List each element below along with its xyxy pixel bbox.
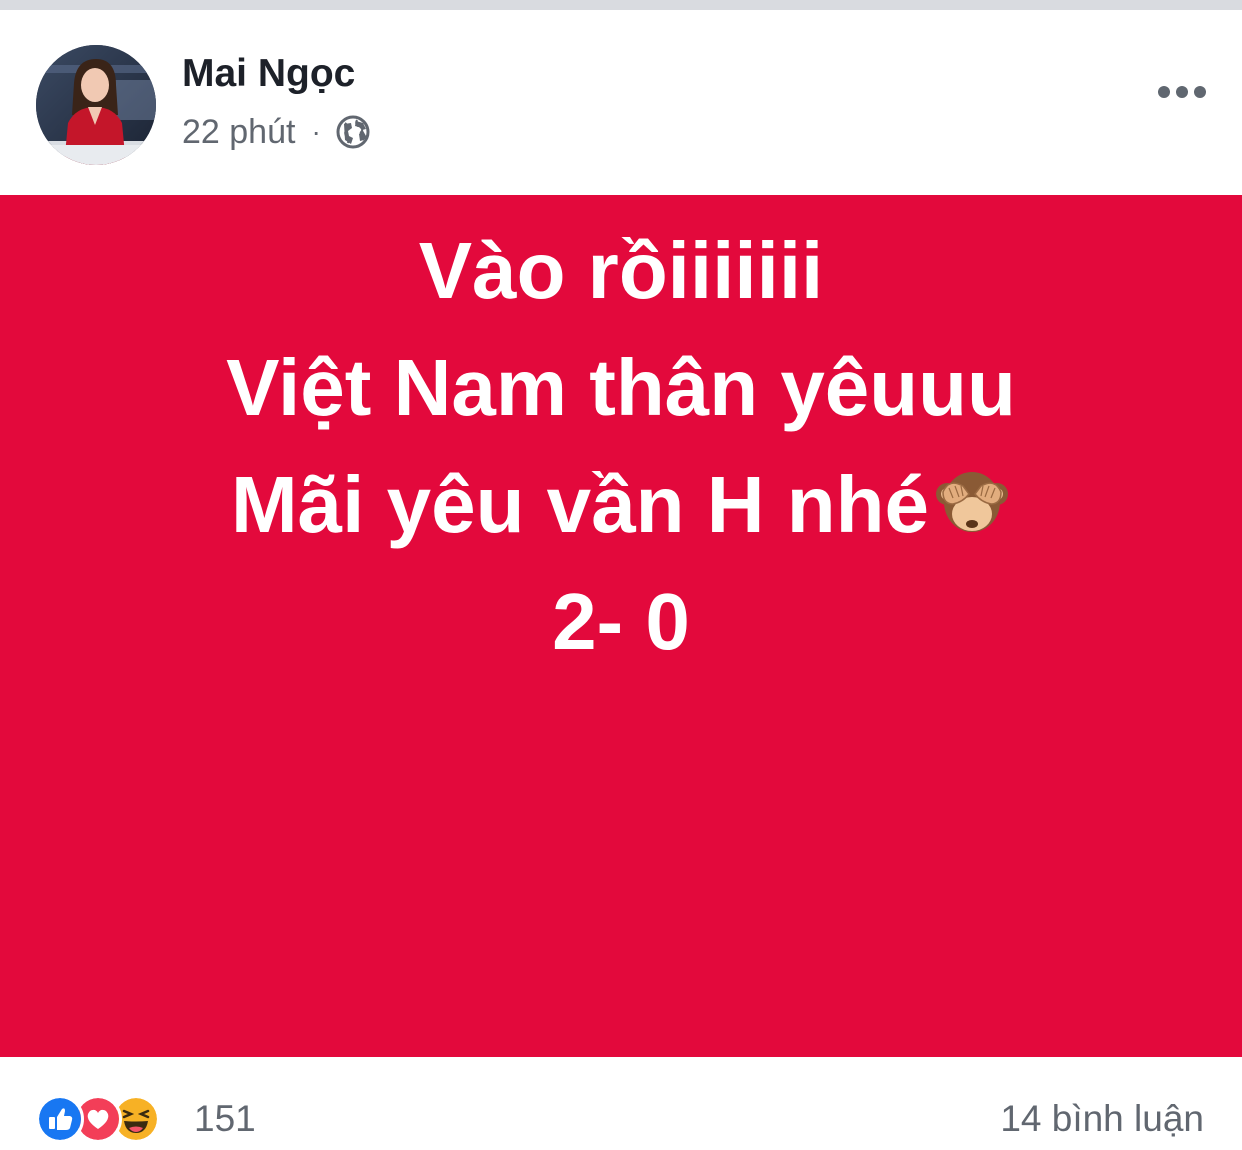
globe-icon [335,114,371,150]
top-divider [0,0,1242,10]
post-header: Mai Ngọc 22 phút · [0,10,1242,195]
post-meta: 22 phút · [182,110,371,154]
reaction-icons[interactable] [36,1095,196,1143]
see-no-evil-monkey-icon [933,456,1011,534]
post-text: Vào rồiiiiiii Việt Nam thân yêuuu Mãi yê… [0,212,1242,680]
author-avatar[interactable] [36,45,156,165]
post-line-2: Việt Nam thân yêuuu [226,343,1016,432]
more-options-button[interactable] [1152,72,1212,112]
like-icon [36,1095,84,1143]
author-name[interactable]: Mai Ngọc [182,52,355,96]
post-line-4: 2- 0 [552,577,690,666]
avatar-photo [36,45,156,165]
post-line-3-wrap: Mãi yêu vần H nhé [0,446,1242,563]
meta-separator: · [311,116,321,147]
comments-count[interactable]: 14 bình luận [1000,1098,1204,1140]
post-line-3: Mãi yêu vần H nhé [231,460,929,549]
post-line-1: Vào rồiiiiiii [418,226,824,315]
more-options-icon [1158,86,1206,98]
post-footer: 151 14 bình luận [0,1057,1242,1150]
reaction-count[interactable]: 151 [194,1098,256,1140]
post-time[interactable]: 22 phút [182,113,295,152]
